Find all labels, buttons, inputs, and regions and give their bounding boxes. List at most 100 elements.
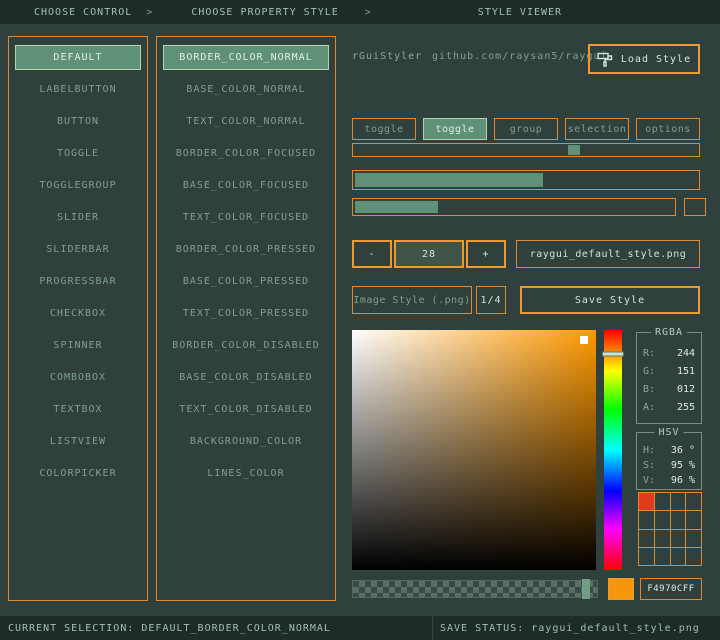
hsv-groupbox: HSV H: 36 ° S: 95 % V: 96 % (636, 432, 702, 490)
image-style-button[interactable]: Image Style (.png) (352, 286, 472, 314)
alpha-slider-handle[interactable] (582, 579, 590, 599)
hsv-channel-label: H: (643, 443, 655, 458)
picked-color-swatch (608, 578, 634, 600)
hsv-row: H: 36 ° (637, 443, 701, 458)
palette-cell[interactable] (671, 511, 686, 528)
style-color-palette (638, 492, 702, 566)
property-list-item[interactable]: BASE_COLOR_DISABLED (163, 365, 329, 390)
property-list-item[interactable]: BACKGROUND_COLOR (163, 429, 329, 454)
hsv-channel-label: V: (643, 473, 655, 488)
control-list-item[interactable]: TOGGLE (15, 141, 141, 166)
control-list-item[interactable]: LABELBUTTON (15, 77, 141, 102)
hsv-title: HSV (654, 427, 683, 438)
toggle-group-item[interactable]: selection (565, 118, 629, 140)
sliderbar-demo[interactable] (352, 170, 700, 190)
style-filename-input[interactable]: raygui_default_style.png (516, 240, 700, 268)
progressbar-demo (352, 198, 676, 216)
section-choose-control: CHOOSE CONTROL (34, 7, 132, 18)
property-list-item[interactable]: BORDER_COLOR_FOCUSED (163, 141, 329, 166)
load-style-label: Load Style (621, 54, 691, 65)
hsv-row: V: 96 % (637, 473, 701, 488)
status-divider (432, 616, 433, 640)
control-list-item[interactable]: COMBOBOX (15, 365, 141, 390)
palette-cell[interactable] (639, 548, 654, 565)
spinner-value-field[interactable]: 28 (394, 240, 464, 268)
toggle-group-item[interactable]: toggle (423, 118, 487, 140)
status-bar: CURRENT SELECTION: DEFAULT_BORDER_COLOR_… (0, 616, 720, 640)
property-list-item[interactable]: TEXT_COLOR_FOCUSED (163, 205, 329, 230)
breadcrumb-separator: > (146, 7, 153, 18)
hue-slider-handle[interactable] (602, 352, 624, 357)
property-list-item[interactable]: BASE_COLOR_FOCUSED (163, 173, 329, 198)
property-list-item[interactable]: TEXT_COLOR_DISABLED (163, 397, 329, 422)
spinner-decrement-button[interactable]: - (352, 240, 392, 268)
control-list-item[interactable]: PROGRESSBAR (15, 269, 141, 294)
slider-handle[interactable] (568, 145, 580, 155)
section-choose-property-style: CHOOSE PROPERTY STYLE (191, 7, 338, 18)
rgba-channel-label: B: (643, 381, 655, 399)
control-list-item[interactable]: CHECKBOX (15, 301, 141, 326)
palette-cell[interactable] (686, 548, 701, 565)
breadcrumb-separator: > (365, 7, 372, 18)
palette-cell[interactable] (671, 493, 686, 510)
property-list-item[interactable]: TEXT_COLOR_NORMAL (163, 109, 329, 134)
toggle-group-item[interactable]: options (636, 118, 700, 140)
rgba-title: RGBA (651, 327, 687, 338)
hue-slider[interactable] (604, 330, 622, 570)
palette-cell[interactable] (686, 511, 701, 528)
palette-cell[interactable] (639, 511, 654, 528)
palette-cell[interactable] (639, 493, 654, 510)
progress-value-box[interactable] (684, 198, 706, 216)
control-list-item[interactable]: TEXTBOX (15, 397, 141, 422)
save-style-button[interactable]: Save Style (520, 286, 700, 314)
toggle-group-item[interactable]: toggle (352, 118, 416, 140)
property-list-item[interactable]: BORDER_COLOR_NORMAL (163, 45, 329, 70)
control-list-item[interactable]: SPINNER (15, 333, 141, 358)
rgba-channel-label: G: (643, 363, 655, 381)
palette-cell[interactable] (686, 493, 701, 510)
rgba-channel-label: A: (643, 399, 655, 417)
hsv-row: S: 95 % (637, 458, 701, 473)
section-style-viewer: STYLE VIEWER (478, 7, 562, 18)
property-list-item[interactable]: BORDER_COLOR_DISABLED (163, 333, 329, 358)
page-indicator[interactable]: 1/4 (476, 286, 506, 314)
hex-color-input[interactable]: F4970CFF (640, 578, 702, 600)
toggle-group: toggle toggle group selection options (352, 118, 700, 140)
rgba-channel-value: 255 (677, 399, 695, 417)
palette-cell[interactable] (655, 511, 670, 528)
rgba-channel-value: 151 (677, 363, 695, 381)
control-list-item[interactable]: DEFAULT (15, 45, 141, 70)
slider-demo[interactable] (352, 143, 700, 157)
control-list-item[interactable]: SLIDER (15, 205, 141, 230)
control-list-item[interactable]: LISTVIEW (15, 429, 141, 454)
rgba-channel-value: 244 (677, 345, 695, 363)
current-selection-status: CURRENT SELECTION: DEFAULT_BORDER_COLOR_… (8, 623, 331, 634)
control-list-item[interactable]: SLIDERBAR (15, 237, 141, 262)
property-list-item[interactable]: BASE_COLOR_PRESSED (163, 269, 329, 294)
control-list-item[interactable]: COLORPICKER (15, 461, 141, 486)
sliderbar-fill (355, 173, 543, 187)
palette-cell[interactable] (639, 530, 654, 547)
property-list-item[interactable]: LINES_COLOR (163, 461, 329, 486)
palette-cell[interactable] (655, 548, 670, 565)
color-picker-marker[interactable] (580, 336, 588, 344)
toggle-group-item[interactable]: group (494, 118, 558, 140)
property-list-item[interactable]: BASE_COLOR_NORMAL (163, 77, 329, 102)
palette-cell[interactable] (686, 530, 701, 547)
control-list-item[interactable]: TOGGLEGROUP (15, 173, 141, 198)
alpha-slider[interactable] (352, 580, 598, 598)
load-style-button[interactable]: Load Style (588, 44, 700, 74)
palette-cell[interactable] (655, 493, 670, 510)
paint-roller-icon (597, 52, 613, 67)
control-list-item[interactable]: BUTTON (15, 109, 141, 134)
property-list-item[interactable]: BORDER_COLOR_PRESSED (163, 237, 329, 262)
palette-cell[interactable] (671, 530, 686, 547)
property-list-item[interactable]: TEXT_COLOR_PRESSED (163, 301, 329, 326)
repo-link[interactable]: github.com/raysan5/raygui (432, 51, 608, 62)
palette-cell[interactable] (671, 548, 686, 565)
color-saturation-value-picker[interactable] (352, 330, 596, 570)
rgba-row: G: 151 (637, 363, 701, 381)
palette-cell[interactable] (655, 530, 670, 547)
spinner-increment-button[interactable]: + (466, 240, 506, 268)
controls-list-panel: DEFAULT LABELBUTTON BUTTON TOGGLE TOGGLE… (8, 36, 148, 601)
